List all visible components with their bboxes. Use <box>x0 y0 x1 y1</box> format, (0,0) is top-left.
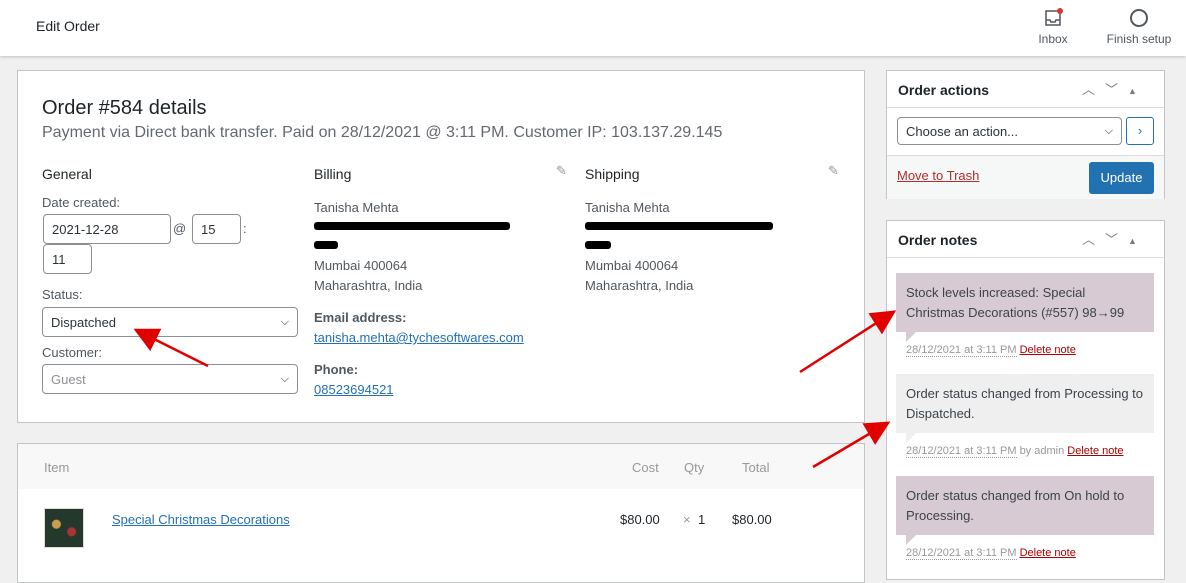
customer-select[interactable]: Guest ⌵ <box>42 364 298 394</box>
order-note: Order status changed from Processing to … <box>896 374 1154 443</box>
note-meta: 28/12/2021 at 3:11 PM Delete note <box>906 547 1076 560</box>
finish-setup-label: Finish setup <box>1106 32 1172 46</box>
note-meta: 28/12/2021 at 3:11 PM by admin Delete no… <box>906 445 1124 458</box>
item-cost: $80.00 <box>620 512 660 527</box>
date-input[interactable]: 2021-12-28 <box>43 214 171 244</box>
redacted-address <box>314 241 338 249</box>
order-actions-box: Order actions ︿﹀▲ Choose an action... ⌵ ›… <box>886 70 1165 199</box>
order-title: Order #584 details <box>42 97 207 119</box>
shipping-heading: Shipping <box>585 166 640 182</box>
move-down-icon[interactable]: ﹀ <box>1105 82 1128 97</box>
toggle-panel-icon[interactable]: ▲ <box>1128 236 1147 246</box>
customer-label: Customer: <box>42 345 102 360</box>
divider <box>887 257 1164 258</box>
billing-heading: Billing <box>314 166 352 182</box>
customer-value: Guest <box>51 371 86 387</box>
chevron-down-icon: ⌵ <box>280 372 289 385</box>
item-total: $80.00 <box>732 512 772 527</box>
inbox-label: Inbox <box>1038 32 1068 46</box>
apply-action-button[interactable]: › <box>1126 117 1154 145</box>
divider <box>887 107 1164 108</box>
order-data-panel: Order #584 details Payment via Direct ba… <box>17 70 865 423</box>
box-controls[interactable]: ︿﹀▲ <box>1082 79 1147 98</box>
order-items-panel: Item Cost Qty Total Special Christmas De… <box>17 443 865 583</box>
move-up-icon[interactable]: ︿ <box>1082 232 1105 247</box>
finish-setup-button[interactable]: Finish setup <box>1100 8 1178 46</box>
billing-city: Mumbai 400064 <box>314 258 408 273</box>
order-action-value: Choose an action... <box>906 123 1019 139</box>
item-qty: 1 <box>698 512 706 527</box>
minute-input[interactable]: 11 <box>43 244 92 274</box>
redacted-address <box>585 222 773 230</box>
at-label: @ <box>173 221 187 236</box>
chevron-right-icon: › <box>1137 123 1143 138</box>
phone-label: Phone: <box>314 362 359 377</box>
note-date: 28/12/2021 at 3:11 PM <box>906 547 1017 560</box>
delete-note-link[interactable]: Delete note <box>1020 547 1076 559</box>
redacted-address <box>585 241 611 249</box>
cost-column-header: Cost <box>632 460 659 475</box>
general-heading: General <box>42 166 92 182</box>
progress-circle-icon <box>1130 9 1148 27</box>
actions-footer: Move to Trash Update <box>887 155 1164 199</box>
order-notes-title: Order notes <box>898 232 978 248</box>
product-link[interactable]: Special Christmas Decorations <box>112 512 290 527</box>
order-action-select[interactable]: Choose an action... ⌵ <box>897 117 1122 145</box>
move-down-icon[interactable]: ﹀ <box>1105 232 1128 247</box>
table-row: Special Christmas Decorations $80.00 × 1… <box>18 489 864 569</box>
page-title: Edit Order <box>36 18 100 34</box>
note-meta: 28/12/2021 at 3:11 PM Delete note <box>906 344 1076 357</box>
move-to-trash-link[interactable]: Move to Trash <box>897 168 979 183</box>
qty-column-header: Qty <box>684 460 705 475</box>
move-up-icon[interactable]: ︿ <box>1082 82 1105 97</box>
toggle-panel-icon[interactable]: ▲ <box>1128 86 1147 96</box>
redacted-address <box>314 222 510 230</box>
note-author: by admin <box>1019 445 1065 457</box>
box-controls[interactable]: ︿﹀▲ <box>1082 229 1147 248</box>
shipping-state: Maharashtra, India <box>585 278 694 293</box>
note-date: 28/12/2021 at 3:11 PM <box>906 344 1017 357</box>
note-date: 28/12/2021 at 3:11 PM <box>906 445 1017 458</box>
status-value: Dispatched <box>51 314 117 330</box>
shipping-name: Tanisha Mehta <box>585 200 670 215</box>
inbox-icon <box>1045 8 1063 26</box>
order-actions-title: Order actions <box>898 82 990 98</box>
billing-state: Maharashtra, India <box>314 278 423 293</box>
shipping-city: Mumbai 400064 <box>585 258 679 273</box>
delete-note-link[interactable]: Delete note <box>1067 445 1123 457</box>
delete-note-link[interactable]: Delete note <box>1020 344 1076 356</box>
order-note: Stock levels increased: Special Christma… <box>896 273 1154 342</box>
edit-billing-pencil-icon[interactable]: ✎ <box>556 163 567 179</box>
times-sign: × <box>683 512 691 527</box>
date-created-label: Date created: <box>42 195 121 210</box>
billing-name: Tanisha Mehta <box>314 200 399 215</box>
edit-shipping-pencil-icon[interactable]: ✎ <box>828 163 839 179</box>
colon-label: : <box>243 221 247 236</box>
phone-link[interactable]: 08523694521 <box>314 382 394 397</box>
email-label: Email address: <box>314 310 407 325</box>
status-select[interactable]: Dispatched ⌵ <box>42 307 298 337</box>
order-note: Order status changed from On hold to Pro… <box>896 476 1154 545</box>
total-column-header: Total <box>742 460 770 475</box>
chevron-down-icon: ⌵ <box>280 315 289 328</box>
order-subtitle: Payment via Direct bank transfer. Paid o… <box>42 124 723 141</box>
inbox-button[interactable]: Inbox <box>1032 8 1074 46</box>
email-link[interactable]: tanisha.mehta@tychesoftwares.com <box>314 330 524 345</box>
hour-input[interactable]: 15 <box>192 214 241 244</box>
update-button[interactable]: Update <box>1089 162 1154 194</box>
chevron-down-icon: ⌵ <box>1104 124 1113 137</box>
top-bar: Edit Order Inbox Finish setup <box>0 0 1186 56</box>
item-column-header: Item <box>44 460 70 475</box>
product-thumbnail[interactable] <box>44 508 84 548</box>
status-label: Status: <box>42 287 83 302</box>
items-table-header: Item Cost Qty Total <box>18 444 864 489</box>
